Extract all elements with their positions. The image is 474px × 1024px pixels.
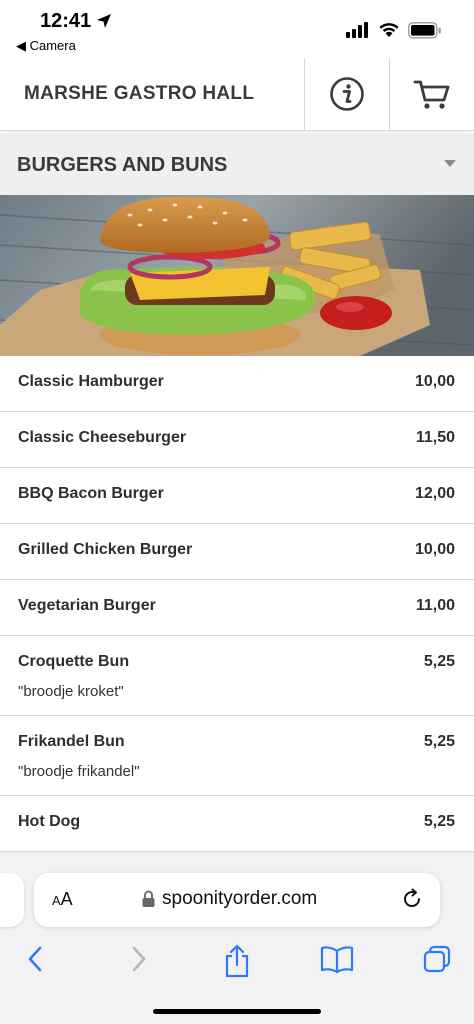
item-name: Frikandel Bun: [18, 733, 125, 750]
item-description: "broodje kroket": [18, 683, 124, 700]
back-icon[interactable]: [26, 944, 46, 974]
cellular-signal-icon: [346, 22, 368, 38]
menu-item[interactable]: Classic Cheeseburger 11,50: [0, 412, 474, 468]
status-bar: 12:41 ◀ Camera: [0, 0, 474, 58]
item-price: 10,00: [414, 541, 455, 558]
previous-tab-peek[interactable]: [0, 873, 24, 927]
cart-button[interactable]: [389, 58, 474, 130]
info-icon: [330, 77, 364, 111]
cart-icon: [413, 80, 450, 109]
browser-toolbar: [0, 940, 474, 990]
item-name: Classic Cheeseburger: [18, 429, 187, 446]
browser-chrome: AA spoonityorder.com: [0, 852, 474, 1024]
burger-photo: [0, 195, 474, 356]
reload-icon[interactable]: [401, 888, 423, 910]
item-price: 11,50: [415, 429, 455, 446]
back-to-app-link[interactable]: ◀ Camera: [16, 38, 76, 54]
item-description: "broodje frikandel": [18, 763, 140, 780]
battery-icon: [408, 22, 441, 39]
reader-settings-button[interactable]: AA: [52, 889, 73, 910]
wifi-icon: [379, 23, 399, 37]
clock-time: 12:41: [40, 10, 92, 32]
item-price: 11,00: [415, 597, 455, 614]
item-name: BBQ Bacon Burger: [18, 485, 164, 502]
category-title: BURGERS AND BUNS: [17, 154, 228, 176]
location-arrow-icon: [97, 14, 111, 28]
chevron-down-icon: [444, 160, 456, 167]
menu-item[interactable]: Classic Hamburger 10,00: [0, 356, 474, 412]
menu-item[interactable]: BBQ Bacon Burger 12,00: [0, 468, 474, 524]
item-price: 10,00: [414, 373, 455, 390]
app-header: MARSHE GASTRO HALL: [0, 58, 474, 131]
item-price: 5,25: [423, 653, 455, 670]
url-text: spoonityorder.com: [162, 888, 318, 909]
menu-item[interactable]: Frikandel Bun 5,25 "broodje frikandel": [0, 716, 474, 796]
menu-list: Classic Hamburger 10,00 Classic Cheesebu…: [0, 356, 474, 852]
info-button[interactable]: [304, 58, 389, 130]
item-price: 12,00: [414, 485, 455, 502]
item-name: Classic Hamburger: [18, 373, 164, 390]
menu-item[interactable]: Grilled Chicken Burger 10,00: [0, 524, 474, 580]
category-dropdown[interactable]: BURGERS AND BUNS: [0, 133, 474, 195]
address-bar[interactable]: AA spoonityorder.com: [34, 873, 440, 927]
restaurant-title: MARSHE GASTRO HALL: [24, 83, 255, 104]
item-name: Grilled Chicken Burger: [18, 541, 193, 558]
tabs-icon[interactable]: [422, 944, 452, 974]
lock-icon: [142, 890, 155, 907]
item-name: Vegetarian Burger: [18, 597, 156, 614]
forward-icon[interactable]: [128, 944, 148, 974]
category-image: [0, 195, 474, 356]
menu-item[interactable]: Croquette Bun 5,25 "broodje kroket": [0, 636, 474, 716]
home-indicator[interactable]: [153, 1009, 321, 1014]
bookmarks-icon[interactable]: [320, 944, 354, 974]
share-icon[interactable]: [222, 944, 252, 978]
item-name: Hot Dog: [18, 813, 81, 830]
item-name: Croquette Bun: [18, 653, 130, 670]
item-price: 5,25: [423, 813, 455, 830]
item-price: 5,25: [423, 733, 455, 750]
menu-item[interactable]: Hot Dog 5,25: [0, 796, 474, 852]
menu-item[interactable]: Vegetarian Burger 11,00: [0, 580, 474, 636]
